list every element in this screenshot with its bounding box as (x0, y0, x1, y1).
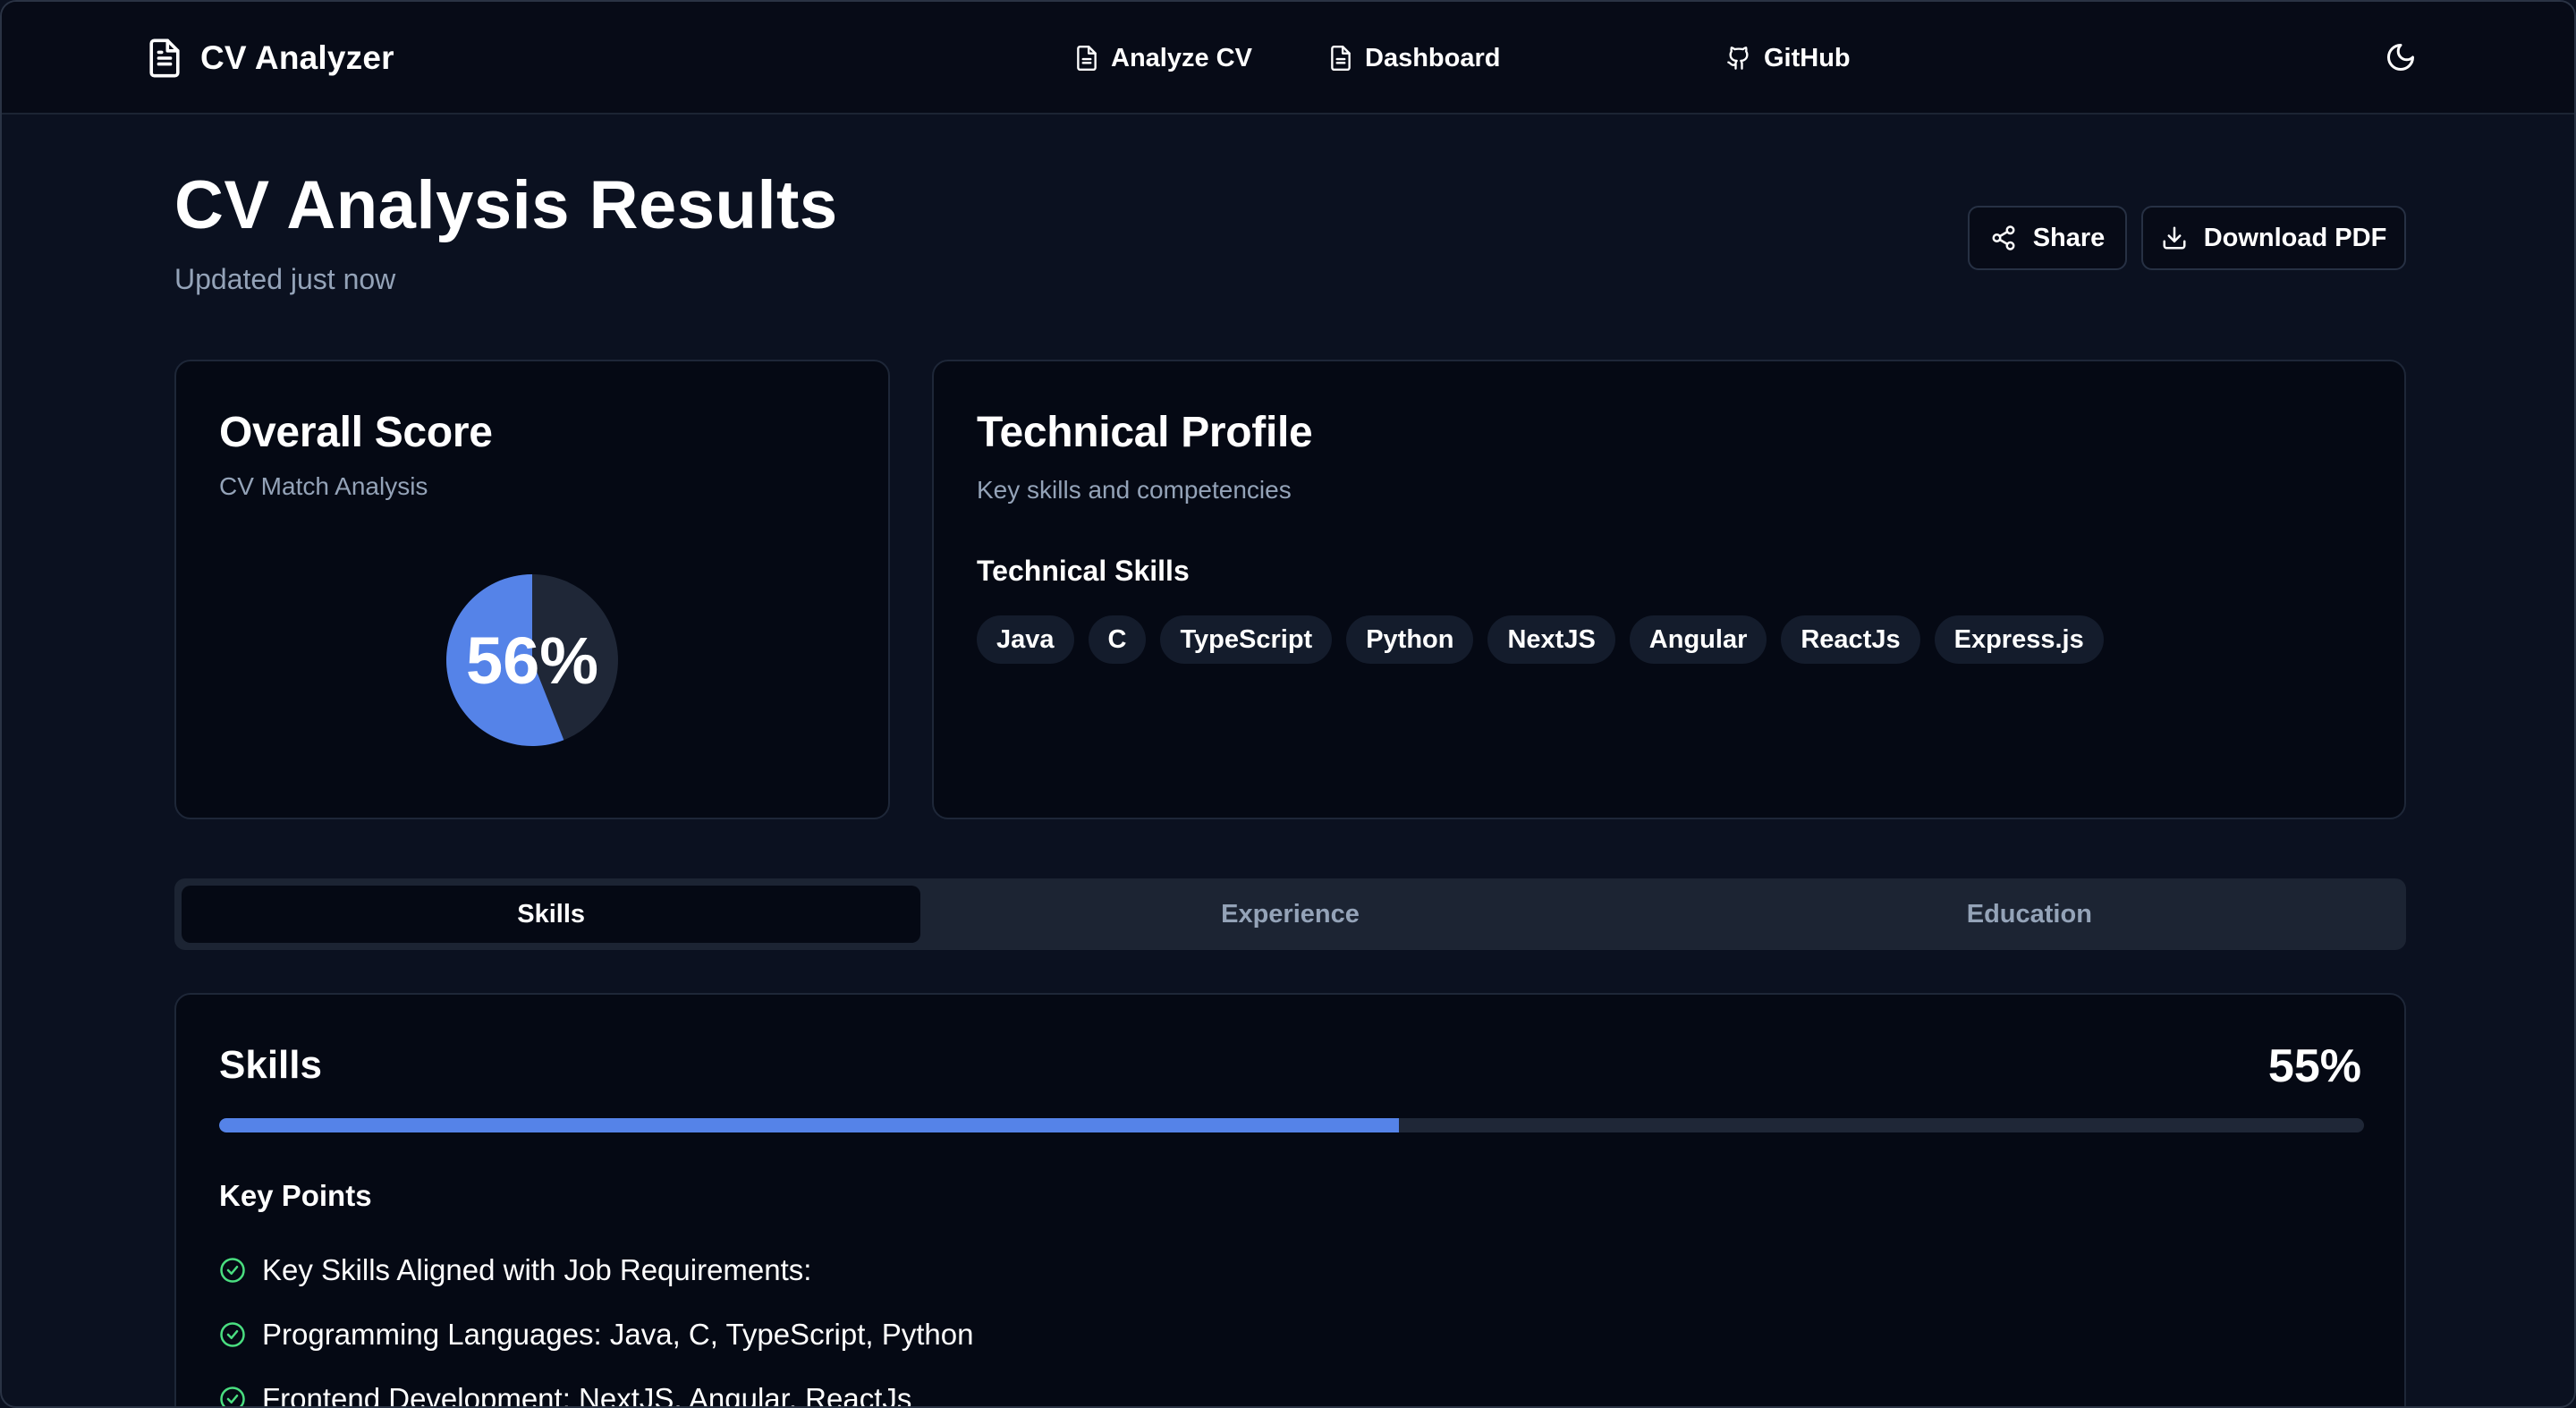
check-circle-icon (219, 1321, 246, 1348)
skill-chip: C (1088, 615, 1147, 664)
app-window: CV Analyzer Analyze CV Dashboard GitHub … (0, 0, 2576, 1408)
check-circle-icon (219, 1257, 246, 1284)
share-icon (1990, 225, 2017, 251)
skill-chips: Java C TypeScript Python NextJS Angular … (977, 615, 2104, 664)
top-navbar: CV Analyzer Analyze CV Dashboard GitHub (2, 2, 2574, 115)
list-item: Frontend Development: NextJS, Angular, R… (219, 1367, 973, 1408)
theme-toggle-button[interactable] (2381, 38, 2420, 77)
skill-chip: Java (977, 615, 1074, 664)
brand-title: CV Analyzer (200, 39, 394, 76)
skill-chip: Python (1346, 615, 1474, 664)
page-title: CV Analysis Results (174, 167, 838, 243)
skills-title: Skills (219, 1043, 322, 1087)
brand[interactable]: CV Analyzer (147, 36, 394, 81)
nav-analyze-label: Analyze CV (1111, 43, 1252, 72)
technical-profile-card: Technical Profile Key skills and compete… (932, 360, 2406, 819)
skill-chip: NextJS (1487, 615, 1615, 664)
skills-progress-bar (219, 1118, 2364, 1132)
key-point-text: Key Skills Aligned with Job Requirements… (262, 1253, 812, 1286)
download-label: Download PDF (2203, 223, 2387, 252)
share-button[interactable]: Share (1968, 206, 2127, 270)
technical-skills-heading: Technical Skills (977, 555, 1190, 587)
tab-experience[interactable]: Experience (920, 886, 1659, 943)
score-value: 56% (465, 623, 599, 698)
skills-detail-card: Skills 55% Key Points Key Skills Aligned… (174, 993, 2406, 1408)
skill-chip: TypeScript (1160, 615, 1333, 664)
tab-skills[interactable]: Skills (182, 886, 921, 943)
skill-chip: ReactJs (1781, 615, 1920, 664)
key-points-list: Key Skills Aligned with Job Requirements… (219, 1238, 973, 1408)
download-pdf-button[interactable]: Download PDF (2141, 206, 2406, 270)
nav-dashboard-label: Dashboard (1365, 43, 1501, 72)
nav-dashboard[interactable]: Dashboard (1329, 38, 1500, 79)
file-icon (1329, 45, 1352, 72)
tab-education[interactable]: Education (1660, 886, 2399, 943)
download-icon (2161, 225, 2188, 251)
profile-card-title: Technical Profile (977, 409, 1313, 456)
share-label: Share (2032, 223, 2106, 252)
file-icon (1075, 45, 1098, 72)
file-text-icon (147, 38, 182, 79)
overall-score-card: Overall Score CV Match Analysis 56% (174, 360, 890, 819)
key-points-heading: Key Points (219, 1179, 372, 1212)
profile-card-subtitle: Key skills and competencies (977, 476, 1292, 504)
nav-github-label: GitHub (1764, 43, 1851, 72)
skills-percent: 55% (2267, 1040, 2361, 1092)
list-item: Programming Languages: Java, C, TypeScri… (219, 1302, 973, 1367)
section-tabs: Skills Experience Education (174, 878, 2406, 950)
score-card-title: Overall Score (219, 409, 493, 456)
skill-chip: Express.js (1934, 615, 2104, 664)
score-card-subtitle: CV Match Analysis (219, 472, 428, 500)
page-subtitle: Updated just now (174, 263, 396, 295)
skill-chip: Angular (1629, 615, 1767, 664)
list-item: Key Skills Aligned with Job Requirements… (219, 1238, 973, 1302)
moon-icon (2385, 41, 2417, 73)
nav-analyze-cv[interactable]: Analyze CV (1075, 38, 1252, 79)
key-point-text: Frontend Development: NextJS, Angular, R… (262, 1382, 912, 1408)
nav-github[interactable]: GitHub (1726, 38, 1851, 79)
github-icon (1726, 45, 1751, 72)
skills-progress-fill (219, 1118, 1399, 1132)
key-point-text: Programming Languages: Java, C, TypeScri… (262, 1318, 974, 1351)
check-circle-icon (219, 1386, 246, 1406)
